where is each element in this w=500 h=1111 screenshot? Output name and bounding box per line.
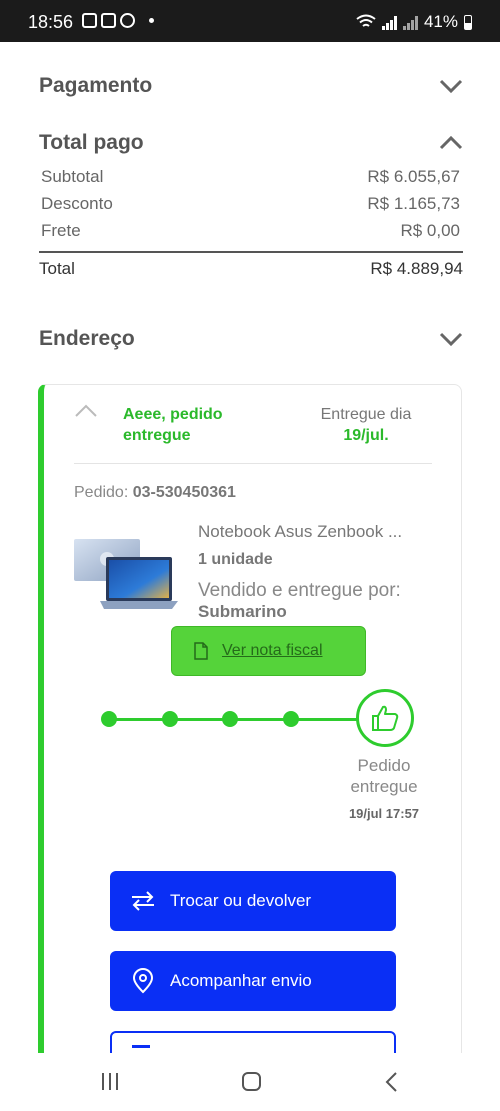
product-name[interactable]: Notebook Asus Zenbook ... — [198, 522, 402, 542]
exchange-return-label: Trocar ou devolver — [170, 891, 312, 910]
instagram-icon — [101, 13, 116, 28]
order-status-line2: entregue — [123, 427, 191, 444]
home-icon[interactable] — [242, 1072, 261, 1091]
delivered-step — [356, 689, 414, 747]
whatsapp-icon — [120, 13, 135, 28]
battery-percent: 41% — [423, 12, 458, 31]
shipping-row: Frete R$ 0,00 — [41, 217, 460, 244]
payment-section-header[interactable]: Pagamento — [39, 74, 463, 98]
timeline-step — [101, 711, 117, 727]
shipping-value: R$ 0,00 — [400, 220, 460, 240]
subtotal-label: Subtotal — [41, 166, 104, 186]
totals-breakdown: Subtotal R$ 6.055,67 Desconto R$ 1.165,7… — [41, 163, 460, 244]
divider — [39, 251, 463, 253]
status-bar: 18:56 41% — [0, 0, 500, 42]
address-section-header[interactable]: Endereço — [39, 327, 463, 351]
chevron-down-icon[interactable] — [439, 331, 463, 347]
payment-title: Pagamento — [39, 74, 153, 97]
total-row: Total R$ 4.889,94 — [39, 259, 463, 279]
order-status-line1: Aeee, pedido — [123, 406, 223, 423]
total-paid-section-header[interactable]: Total pago — [39, 131, 463, 155]
timeline-step — [222, 711, 238, 727]
address-title: Endereço — [39, 327, 135, 350]
delivery-info: Entregue dia 19/jul. — [306, 404, 426, 446]
shipping-label: Frete — [41, 220, 81, 240]
collapse-order-icon[interactable] — [74, 403, 98, 419]
timeline-step — [162, 711, 178, 727]
track-shipment-button[interactable]: Acompanhar envio — [110, 951, 396, 1011]
delivered-date: 19/jul. — [343, 427, 389, 444]
location-pin-icon — [132, 968, 154, 994]
status-time: 18:56 — [28, 12, 74, 32]
chevron-down-icon[interactable] — [439, 78, 463, 94]
notification-icons — [82, 13, 154, 28]
step-label-line1: Pedido — [357, 756, 411, 775]
wifi-icon — [356, 14, 376, 27]
seller-name: Submarino — [198, 602, 287, 621]
order-number-line: Pedido: 03-530450361 — [74, 484, 236, 502]
order-number: 03-530450361 — [132, 484, 236, 501]
delivered-step-date: 19/jul 17:57 — [348, 806, 420, 821]
track-shipment-label: Acompanhar envio — [170, 971, 312, 990]
signal-2-icon — [402, 15, 418, 30]
more-notifications-icon — [149, 18, 154, 23]
document-icon — [194, 642, 208, 660]
thumbs-up-icon — [372, 705, 399, 731]
product-image[interactable] — [74, 537, 178, 615]
discount-label: Desconto — [41, 193, 113, 213]
total-label: Total — [39, 259, 75, 278]
order-card: Aeee, pedido entregue Entregue dia 19/ju… — [38, 384, 462, 1064]
back-icon[interactable] — [384, 1071, 398, 1093]
delivered-label: Entregue dia — [320, 406, 412, 423]
view-invoice-label: Ver nota fiscal — [222, 642, 323, 659]
subtotal-value: R$ 6.055,67 — [367, 166, 460, 186]
swap-icon — [132, 891, 154, 911]
discount-value: R$ 1.165,73 — [367, 193, 460, 213]
signal-icon — [381, 15, 397, 30]
delivered-step-label: Pedido entregue — [324, 755, 444, 797]
product-quantity: 1 unidade — [198, 551, 273, 568]
view-invoice-button[interactable]: Ver nota fiscal — [171, 626, 366, 676]
subtotal-row: Subtotal R$ 6.055,67 — [41, 163, 460, 190]
exchange-return-button[interactable]: Trocar ou devolver — [110, 871, 396, 931]
total-value: R$ 4.889,94 — [370, 259, 463, 278]
action-icon — [132, 1044, 150, 1048]
order-status: Aeee, pedido entregue — [123, 404, 263, 446]
step-label-line2: entregue — [350, 777, 418, 796]
battery-icon — [464, 14, 472, 30]
recent-apps-icon[interactable] — [102, 1073, 118, 1090]
system-navigation-bar — [0, 1053, 500, 1111]
discount-row: Desconto R$ 1.165,73 — [41, 190, 460, 217]
divider — [74, 463, 432, 464]
order-label: Pedido: — [74, 484, 129, 501]
chevron-up-icon[interactable] — [439, 135, 463, 151]
tracking-timeline: Pedido entregue 19/jul 17:57 — [44, 685, 461, 835]
timeline-step — [283, 711, 299, 727]
total-paid-title: Total pago — [39, 131, 144, 154]
system-icons: 41% — [356, 12, 472, 32]
seller-label: Vendido e entregue por: — [198, 580, 401, 601]
gmail-icon — [82, 13, 97, 28]
